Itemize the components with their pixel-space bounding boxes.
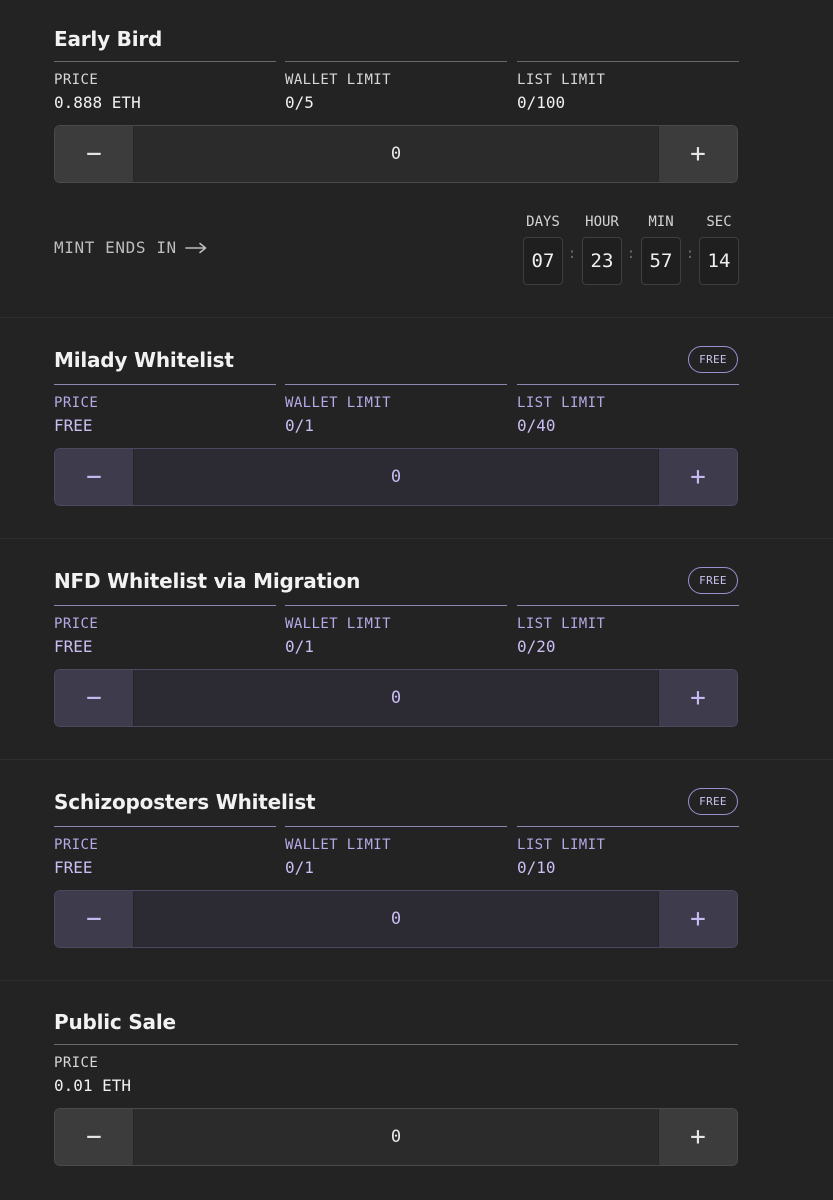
min-label: MIN	[648, 214, 674, 230]
arrow-right-icon	[184, 242, 207, 253]
increment-button[interactable]: +	[658, 449, 737, 505]
price-label: PRICE	[54, 72, 99, 88]
section-title: Early Bird	[54, 27, 163, 51]
decrement-button[interactable]: −	[55, 1109, 134, 1165]
section-early-bird: Early Bird PRICE 0.888 ETH WALLET LIMIT …	[0, 0, 833, 318]
minus-icon: −	[86, 462, 102, 492]
price-label: PRICE	[54, 1055, 99, 1071]
quantity-stepper: − 0 +	[54, 890, 738, 948]
section-title: Public Sale	[54, 1010, 176, 1034]
quantity-value[interactable]: 0	[133, 449, 659, 505]
minus-icon: −	[86, 139, 102, 169]
wallet-limit-label: WALLET LIMIT	[285, 616, 391, 632]
decrement-button[interactable]: −	[55, 449, 134, 505]
decrement-button[interactable]: −	[55, 891, 134, 947]
plus-icon: +	[690, 904, 706, 934]
wallet-limit-value: 0/1	[285, 637, 314, 656]
hour-value: 23	[582, 237, 622, 285]
wallet-limit-value: 0/1	[285, 858, 314, 877]
price-label: PRICE	[54, 395, 99, 411]
price-value: FREE	[54, 858, 93, 877]
wallet-limit-column: WALLET LIMIT 0/1	[285, 384, 507, 435]
increment-button[interactable]: +	[658, 1109, 737, 1165]
list-limit-label: LIST LIMIT	[517, 72, 606, 88]
wallet-limit-column: WALLET LIMIT 0/1	[285, 605, 507, 656]
plus-icon: +	[690, 139, 706, 169]
quantity-stepper: − 0 +	[54, 125, 738, 183]
section-milady-whitelist: Milady Whitelist FREE PRICE FREE WALLET …	[0, 318, 833, 539]
decrement-button[interactable]: −	[55, 126, 134, 182]
price-column: PRICE 0.01 ETH	[54, 1044, 738, 1095]
price-column: PRICE FREE	[54, 384, 276, 435]
minus-icon: −	[86, 1122, 102, 1152]
increment-button[interactable]: +	[658, 670, 737, 726]
wallet-limit-column: WALLET LIMIT 0/5	[285, 61, 507, 112]
list-limit-value: 0/20	[517, 637, 556, 656]
wallet-limit-column: WALLET LIMIT 0/1	[285, 826, 507, 877]
wallet-limit-value: 0/5	[285, 93, 314, 112]
quantity-value[interactable]: 0	[133, 126, 659, 182]
wallet-limit-label: WALLET LIMIT	[285, 395, 391, 411]
section-nfd-whitelist: NFD Whitelist via Migration FREE PRICE F…	[0, 539, 833, 760]
quantity-value[interactable]: 0	[133, 670, 659, 726]
price-column: PRICE FREE	[54, 826, 276, 877]
min-value: 57	[641, 237, 681, 285]
quantity-value[interactable]: 0	[133, 891, 659, 947]
countdown-separator: :	[685, 246, 695, 262]
minus-icon: −	[86, 683, 102, 713]
sec-label: SEC	[706, 214, 732, 230]
price-column: PRICE 0.888 ETH	[54, 61, 276, 112]
section-title: NFD Whitelist via Migration	[54, 569, 361, 593]
price-value: 0.01 ETH	[54, 1076, 132, 1095]
free-badge: FREE	[688, 567, 738, 594]
decrement-button[interactable]: −	[55, 670, 134, 726]
increment-button[interactable]: +	[658, 126, 737, 182]
price-label: PRICE	[54, 837, 99, 853]
section-schizoposters-whitelist: Schizoposters Whitelist FREE PRICE FREE …	[0, 760, 833, 981]
price-column: PRICE FREE	[54, 605, 276, 656]
price-label: PRICE	[54, 616, 99, 632]
wallet-limit-label: WALLET LIMIT	[285, 837, 391, 853]
countdown-separator: :	[567, 246, 577, 262]
list-limit-label: LIST LIMIT	[517, 837, 606, 853]
quantity-stepper: − 0 +	[54, 669, 738, 727]
hour-label: HOUR	[585, 214, 619, 230]
plus-icon: +	[690, 683, 706, 713]
countdown-separator: :	[626, 246, 636, 262]
section-public-sale: Public Sale PRICE 0.01 ETH − 0 +	[0, 981, 833, 1200]
list-limit-value: 0/100	[517, 93, 566, 112]
quantity-stepper: − 0 +	[54, 448, 738, 506]
minus-icon: −	[86, 904, 102, 934]
free-badge: FREE	[688, 346, 738, 373]
wallet-limit-value: 0/1	[285, 416, 314, 435]
list-limit-column: LIST LIMIT 0/100	[517, 61, 739, 112]
section-title: Milady Whitelist	[54, 348, 234, 372]
price-value: 0.888 ETH	[54, 93, 141, 112]
days-label: DAYS	[526, 214, 560, 230]
price-value: FREE	[54, 416, 93, 435]
list-limit-label: LIST LIMIT	[517, 616, 606, 632]
wallet-limit-label: WALLET LIMIT	[285, 72, 391, 88]
price-value: FREE	[54, 637, 93, 656]
free-badge: FREE	[688, 788, 738, 815]
list-limit-label: LIST LIMIT	[517, 395, 606, 411]
section-title: Schizoposters Whitelist	[54, 790, 316, 814]
list-limit-value: 0/40	[517, 416, 556, 435]
list-limit-column: LIST LIMIT 0/20	[517, 605, 739, 656]
increment-button[interactable]: +	[658, 891, 737, 947]
list-limit-value: 0/10	[517, 858, 556, 877]
list-limit-column: LIST LIMIT 0/10	[517, 826, 739, 877]
quantity-value[interactable]: 0	[133, 1109, 659, 1165]
plus-icon: +	[690, 1122, 706, 1152]
mint-ends-label: MINT ENDS IN	[54, 238, 207, 257]
mint-ends-text: MINT ENDS IN	[54, 238, 177, 257]
list-limit-column: LIST LIMIT 0/40	[517, 384, 739, 435]
days-value: 07	[523, 237, 563, 285]
quantity-stepper: − 0 +	[54, 1108, 738, 1166]
sec-value: 14	[699, 237, 739, 285]
plus-icon: +	[690, 462, 706, 492]
